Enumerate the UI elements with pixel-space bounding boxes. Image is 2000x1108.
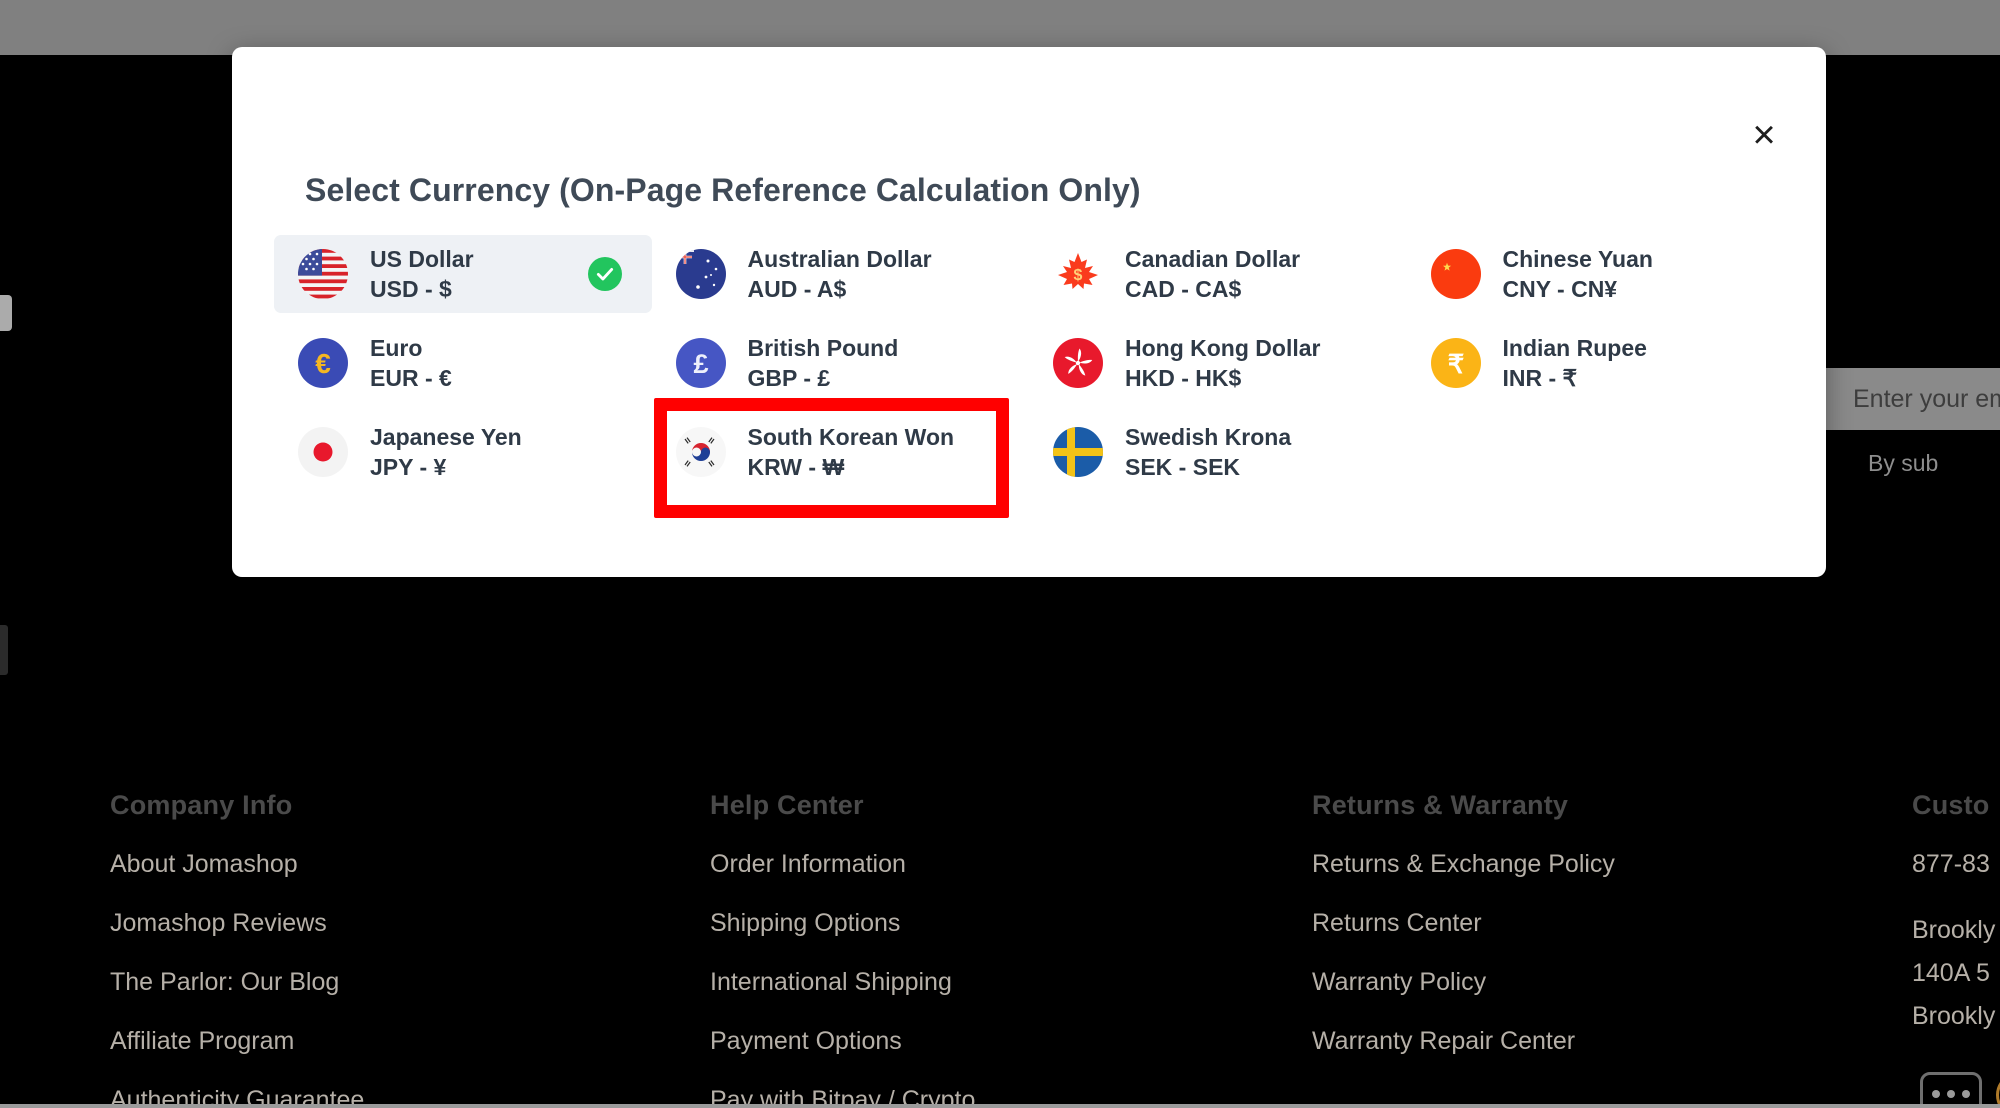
svg-text:£: £: [693, 349, 708, 379]
currency-code: EUR - €: [370, 365, 452, 391]
footer-link[interactable]: International Shipping: [710, 968, 975, 997]
modal-title: Select Currency (On-Page Reference Calcu…: [305, 172, 1141, 208]
newsletter-disclaimer: By sub: [1868, 450, 1939, 476]
footer-link[interactable]: Jomashop Reviews: [110, 909, 364, 938]
left-edge-handle-bottom[interactable]: [0, 625, 8, 675]
footer-link[interactable]: Returns & Exchange Policy: [1312, 850, 1615, 879]
currency-option-krw[interactable]: South Korean Won KRW - ₩: [652, 413, 1030, 491]
footer-link[interactable]: Warranty Policy: [1312, 968, 1615, 997]
footer-heading: Returns & Warranty: [1312, 790, 1569, 820]
currency-code: HKD - HK$: [1125, 365, 1242, 391]
currency-code: KRW - ₩: [747, 454, 845, 480]
currency-code: INR - ₹: [1502, 365, 1578, 391]
pound-coin-icon: £: [675, 338, 726, 388]
left-edge-handle-top[interactable]: [0, 295, 12, 331]
footer-column-customer-service: Custo 877-83 Brookly 140A 5 Brookly: [1912, 790, 1995, 1038]
footer-link[interactable]: Payment Options: [710, 1027, 975, 1056]
footer-column-help-center: Help Center Order Information Shipping O…: [710, 790, 975, 1108]
currency-code: AUD - A$: [747, 276, 847, 302]
currency-option-eur[interactable]: € Euro EUR - €: [274, 324, 652, 402]
chat-bubble-icon[interactable]: [1920, 1072, 1982, 1108]
footer-link[interactable]: Shipping Options: [710, 909, 975, 938]
currency-name: Euro: [370, 334, 423, 361]
currency-name: US Dollar: [370, 245, 474, 272]
currency-code: CNY - CN¥: [1502, 276, 1618, 302]
us-flag-icon: [298, 249, 348, 299]
footer-column-company-info: Company Info About Jomashop Jomashop Rev…: [110, 790, 364, 1108]
footer-heading: Custo: [1912, 790, 1990, 820]
currency-option-aud[interactable]: Australian Dollar AUD - A$: [652, 235, 1030, 313]
footer-link[interactable]: Affiliate Program: [110, 1027, 364, 1056]
currency-name: Indian Rupee: [1502, 334, 1647, 361]
footer-heading: Company Info: [110, 790, 293, 820]
cn-flag-icon: [1430, 249, 1481, 299]
hk-flag-icon: [1053, 338, 1103, 388]
svg-text:₹: ₹: [1447, 349, 1464, 379]
euro-coin-icon: €: [298, 338, 348, 388]
footer-link[interactable]: Returns Center: [1312, 909, 1615, 938]
site-footer: Company Info About Jomashop Jomashop Rev…: [0, 790, 2000, 1108]
currency-name: Swedish Krona: [1125, 423, 1292, 450]
footer-link[interactable]: About Jomashop: [110, 850, 364, 879]
footer-heading: Help Center: [710, 790, 864, 820]
newsletter-email-field[interactable]: Enter your ema: [1825, 368, 2000, 430]
currency-code: GBP - £: [747, 365, 831, 391]
kr-flag-icon: [675, 427, 726, 477]
currency-option-inr[interactable]: ₹ Indian Rupee INR - ₹: [1407, 324, 1785, 402]
currency-code: USD - $: [370, 276, 452, 302]
se-flag-icon: [1053, 427, 1103, 477]
currency-code: JPY - ¥: [370, 454, 447, 480]
au-flag-icon: [675, 249, 726, 299]
currency-name: South Korean Won: [747, 423, 955, 450]
currency-grid: US Dollar USD - $ Australian Dollar AUD …: [274, 235, 1784, 491]
currency-option-jpy[interactable]: Japanese Yen JPY - ¥: [274, 413, 652, 491]
currency-name: Hong Kong Dollar: [1125, 334, 1321, 361]
svg-text:€: €: [315, 348, 331, 379]
page-root: Enter your ema By sub Company Info About…: [0, 0, 2000, 1108]
footer-link[interactable]: Warranty Repair Center: [1312, 1027, 1615, 1056]
currency-option-gbp[interactable]: £ British Pound GBP - £: [652, 324, 1030, 402]
check-icon: [587, 257, 622, 291]
footer-link[interactable]: The Parlor: Our Blog: [110, 968, 364, 997]
currency-option-sek[interactable]: Swedish Krona SEK - SEK: [1029, 413, 1407, 491]
currency-code: SEK - SEK: [1125, 454, 1241, 480]
footer-phone-number[interactable]: 877-83: [1912, 850, 1995, 879]
currency-code: CAD - CA$: [1125, 276, 1242, 302]
currency-name: Japanese Yen: [370, 423, 522, 450]
newsletter-email-placeholder: Enter your ema: [1853, 384, 2000, 413]
currency-selector-modal: × Select Currency (On-Page Reference Cal…: [232, 47, 1826, 577]
footer-address: Brookly 140A 5 Brookly: [1912, 916, 1996, 1030]
currency-name: British Pound: [747, 334, 899, 361]
close-icon[interactable]: ×: [1742, 113, 1786, 157]
currency-option-hkd[interactable]: Hong Kong Dollar HKD - HK$: [1029, 324, 1407, 402]
footer-link[interactable]: Order Information: [710, 850, 975, 879]
jp-flag-icon: [298, 427, 348, 477]
currency-name: Canadian Dollar: [1125, 245, 1301, 272]
currency-option-cny[interactable]: Chinese Yuan CNY - CN¥: [1407, 235, 1785, 313]
rupee-coin-icon: ₹: [1430, 338, 1481, 388]
currency-option-usd[interactable]: US Dollar USD - $: [274, 235, 652, 313]
ca-maple-leaf-icon: $: [1053, 249, 1103, 299]
bottom-edge-rule: [0, 1104, 2000, 1108]
currency-option-cad[interactable]: $ Canadian Dollar CAD - CA$: [1029, 235, 1407, 313]
currency-name: Australian Dollar: [747, 245, 932, 272]
footer-column-returns-warranty: Returns & Warranty Returns & Exchange Po…: [1312, 790, 1615, 1086]
currency-name: Chinese Yuan: [1502, 245, 1653, 272]
svg-text:$: $: [1074, 267, 1083, 284]
